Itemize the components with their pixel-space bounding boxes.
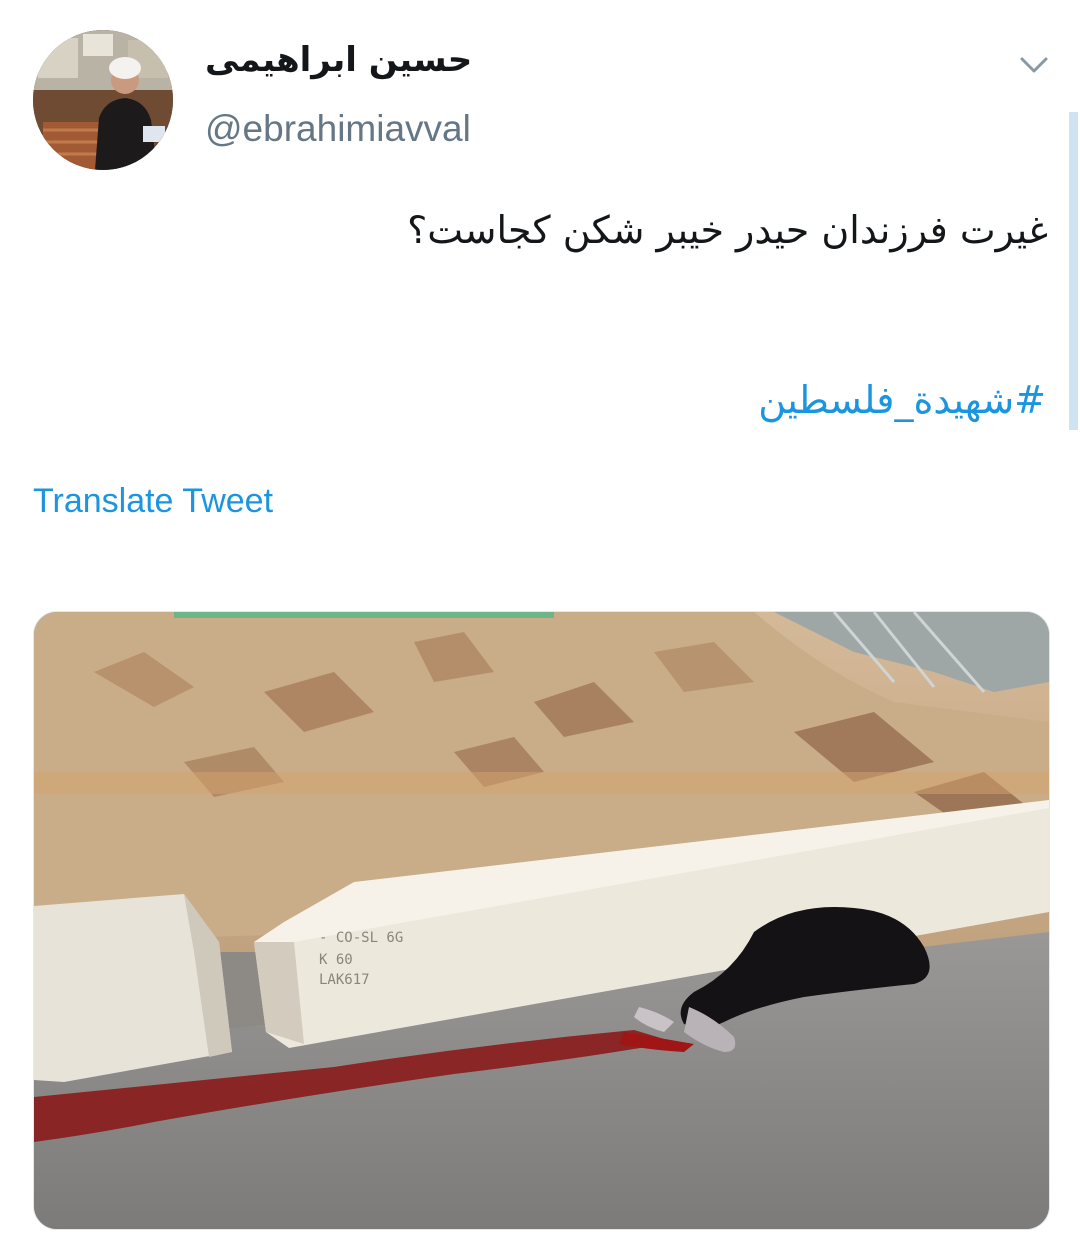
tweet-text: غیرت فرزندان حیدر خیبر شکن کجاست؟ [407, 208, 1048, 252]
barrier-marking-3: LAK617 [319, 972, 370, 988]
tweet-photo[interactable]: - CO-SL 6G K 60 LAK617 [33, 611, 1050, 1230]
scroll-indicator [1069, 112, 1078, 430]
tweet-card: حسین ابراهیمی @ebrahimiavval غیرت فرزندا… [0, 0, 1080, 1255]
author-display-name[interactable]: حسین ابراهیمی [205, 40, 472, 80]
barrier-marking-1: - CO-SL 6G [319, 930, 403, 946]
translate-tweet-link[interactable]: Translate Tweet [33, 482, 273, 521]
profile-photo [33, 30, 173, 170]
hashtag-link[interactable]: #شهیدة_فلسطین [758, 378, 1046, 422]
chevron-down-icon[interactable] [1016, 50, 1052, 80]
author-handle[interactable]: @ebrahimiavval [205, 108, 471, 150]
photo-scene: - CO-SL 6G K 60 LAK617 [34, 612, 1049, 1229]
barrier-marking-2: K 60 [319, 952, 353, 968]
author-avatar[interactable] [33, 30, 173, 170]
